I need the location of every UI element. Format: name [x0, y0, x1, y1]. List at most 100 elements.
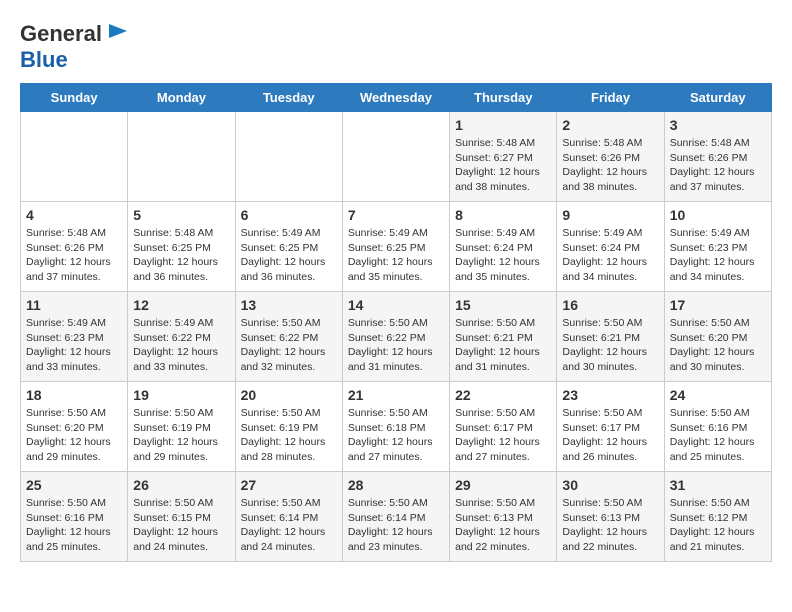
day-number: 5: [133, 207, 229, 223]
calendar-cell: 8Sunrise: 5:49 AM Sunset: 6:24 PM Daylig…: [450, 202, 557, 292]
day-info: Sunrise: 5:50 AM Sunset: 6:20 PM Dayligh…: [670, 316, 766, 375]
calendar-cell: 22Sunrise: 5:50 AM Sunset: 6:17 PM Dayli…: [450, 382, 557, 472]
header-friday: Friday: [557, 84, 664, 112]
day-info: Sunrise: 5:50 AM Sunset: 6:17 PM Dayligh…: [455, 406, 551, 465]
day-number: 18: [26, 387, 122, 403]
day-info: Sunrise: 5:50 AM Sunset: 6:22 PM Dayligh…: [241, 316, 337, 375]
calendar-header-row: SundayMondayTuesdayWednesdayThursdayFrid…: [21, 84, 772, 112]
calendar-cell: 5 Sunrise: 5:48 AM Sunset: 6:25 PM Daylig…: [128, 202, 235, 292]
calendar-cell: 21Sunrise: 5:50 AM Sunset: 6:18 PM Dayli…: [342, 382, 449, 472]
calendar-cell: [21, 112, 128, 202]
day-info: Sunrise: 5:50 AM Sunset: 6:22 PM Dayligh…: [348, 316, 444, 375]
day-info: Sunrise: 5:50 AM Sunset: 6:16 PM Dayligh…: [670, 406, 766, 465]
day-number: 3: [670, 117, 766, 133]
calendar-week-row: 18 Sunrise: 5:50 AM Sunset: 6:20 PM Dayli…: [21, 382, 772, 472]
day-info: Sunrise: 5:50 AM Sunset: 6:16 PM Dayligh…: [26, 496, 122, 555]
calendar-cell: 1 Sunrise: 5:48 AM Sunset: 6:27 PM Daylig…: [450, 112, 557, 202]
day-info: Sunrise: 5:48 AM Sunset: 6:26 PM Dayligh…: [670, 136, 766, 195]
calendar-cell: 15 Sunrise: 5:50 AM Sunset: 6:21 PM Dayli…: [450, 292, 557, 382]
day-number: 27: [241, 477, 337, 493]
day-number: 9: [562, 207, 658, 223]
day-info: Sunrise: 5:50 AM Sunset: 6:19 PM Dayligh…: [133, 406, 229, 465]
day-info: Sunrise: 5:48 AM Sunset: 6:27 PM Dayligh…: [455, 136, 551, 195]
day-number: 6: [241, 207, 337, 223]
calendar-cell: 31Sunrise: 5:50 AM Sunset: 6:12 PM Dayli…: [664, 472, 771, 562]
day-number: 29: [455, 477, 551, 493]
calendar-cell: 26Sunrise: 5:50 AM Sunset: 6:15 PM Dayli…: [128, 472, 235, 562]
calendar-cell: 30 Sunrise: 5:50 AM Sunset: 6:13 PM Dayli…: [557, 472, 664, 562]
day-info: Sunrise: 5:50 AM Sunset: 6:14 PM Dayligh…: [241, 496, 337, 555]
day-number: 21: [348, 387, 444, 403]
day-number: 7: [348, 207, 444, 223]
header: General Blue: [20, 20, 772, 73]
calendar-cell: [235, 112, 342, 202]
header-saturday: Saturday: [664, 84, 771, 112]
day-info: Sunrise: 5:50 AM Sunset: 6:17 PM Dayligh…: [562, 406, 658, 465]
logo-blue: Blue: [20, 47, 68, 72]
day-info: Sunrise: 5:50 AM Sunset: 6:12 PM Dayligh…: [670, 496, 766, 555]
calendar-cell: 7 Sunrise: 5:49 AM Sunset: 6:25 PM Daylig…: [342, 202, 449, 292]
calendar-cell: 3 Sunrise: 5:48 AM Sunset: 6:26 PM Daylig…: [664, 112, 771, 202]
calendar-cell: 24 Sunrise: 5:50 AM Sunset: 6:16 PM Dayli…: [664, 382, 771, 472]
day-info: Sunrise: 5:50 AM Sunset: 6:19 PM Dayligh…: [241, 406, 337, 465]
calendar-week-row: 25 Sunrise: 5:50 AM Sunset: 6:16 PM Dayli…: [21, 472, 772, 562]
day-info: Sunrise: 5:49 AM Sunset: 6:24 PM Dayligh…: [455, 226, 551, 285]
day-number: 28: [348, 477, 444, 493]
day-info: Sunrise: 5:49 AM Sunset: 6:23 PM Dayligh…: [670, 226, 766, 285]
day-info: Sunrise: 5:48 AM Sunset: 6:25 PM Dayligh…: [133, 226, 229, 285]
day-number: 19: [133, 387, 229, 403]
day-number: 4: [26, 207, 122, 223]
day-number: 23: [562, 387, 658, 403]
calendar-cell: 9 Sunrise: 5:49 AM Sunset: 6:24 PM Daylig…: [557, 202, 664, 292]
day-number: 11: [26, 297, 122, 313]
calendar-cell: 12 Sunrise: 5:49 AM Sunset: 6:22 PM Dayli…: [128, 292, 235, 382]
day-info: Sunrise: 5:50 AM Sunset: 6:20 PM Dayligh…: [26, 406, 122, 465]
calendar-cell: 14 Sunrise: 5:50 AM Sunset: 6:22 PM Dayli…: [342, 292, 449, 382]
day-number: 24: [670, 387, 766, 403]
header-sunday: Sunday: [21, 84, 128, 112]
day-info: Sunrise: 5:50 AM Sunset: 6:13 PM Dayligh…: [562, 496, 658, 555]
day-info: Sunrise: 5:50 AM Sunset: 6:21 PM Dayligh…: [455, 316, 551, 375]
day-number: 14: [348, 297, 444, 313]
day-info: Sunrise: 5:49 AM Sunset: 6:22 PM Dayligh…: [133, 316, 229, 375]
day-number: 15: [455, 297, 551, 313]
day-number: 30: [562, 477, 658, 493]
day-number: 26: [133, 477, 229, 493]
day-info: Sunrise: 5:50 AM Sunset: 6:13 PM Dayligh…: [455, 496, 551, 555]
calendar-cell: 16 Sunrise: 5:50 AM Sunset: 6:21 PM Dayli…: [557, 292, 664, 382]
calendar-cell: 29 Sunrise: 5:50 AM Sunset: 6:13 PM Dayli…: [450, 472, 557, 562]
calendar-cell: 25 Sunrise: 5:50 AM Sunset: 6:16 PM Dayli…: [21, 472, 128, 562]
logo-general: General: [20, 21, 102, 47]
day-number: 10: [670, 207, 766, 223]
day-number: 13: [241, 297, 337, 313]
day-number: 25: [26, 477, 122, 493]
calendar-cell: [128, 112, 235, 202]
day-info: Sunrise: 5:49 AM Sunset: 6:24 PM Dayligh…: [562, 226, 658, 285]
header-wednesday: Wednesday: [342, 84, 449, 112]
calendar-cell: 6 Sunrise: 5:49 AM Sunset: 6:25 PM Daylig…: [235, 202, 342, 292]
day-info: Sunrise: 5:49 AM Sunset: 6:25 PM Dayligh…: [241, 226, 337, 285]
day-info: Sunrise: 5:48 AM Sunset: 6:26 PM Dayligh…: [562, 136, 658, 195]
day-info: Sunrise: 5:50 AM Sunset: 6:21 PM Dayligh…: [562, 316, 658, 375]
day-info: Sunrise: 5:49 AM Sunset: 6:25 PM Dayligh…: [348, 226, 444, 285]
calendar-cell: 19 Sunrise: 5:50 AM Sunset: 6:19 PM Dayli…: [128, 382, 235, 472]
calendar-cell: 4 Sunrise: 5:48 AM Sunset: 6:26 PM Daylig…: [21, 202, 128, 292]
calendar-table: SundayMondayTuesdayWednesdayThursdayFrid…: [20, 83, 772, 562]
day-number: 12: [133, 297, 229, 313]
header-monday: Monday: [128, 84, 235, 112]
calendar-cell: 18 Sunrise: 5:50 AM Sunset: 6:20 PM Dayli…: [21, 382, 128, 472]
calendar-cell: 2 Sunrise: 5:48 AM Sunset: 6:26 PM Daylig…: [557, 112, 664, 202]
header-tuesday: Tuesday: [235, 84, 342, 112]
calendar-cell: [342, 112, 449, 202]
day-number: 20: [241, 387, 337, 403]
day-number: 1: [455, 117, 551, 133]
calendar-week-row: 11Sunrise: 5:49 AM Sunset: 6:23 PM Dayli…: [21, 292, 772, 382]
day-info: Sunrise: 5:48 AM Sunset: 6:26 PM Dayligh…: [26, 226, 122, 285]
calendar-cell: 10 Sunrise: 5:49 AM Sunset: 6:23 PM Dayli…: [664, 202, 771, 292]
calendar-cell: 11Sunrise: 5:49 AM Sunset: 6:23 PM Dayli…: [21, 292, 128, 382]
calendar-week-row: 1 Sunrise: 5:48 AM Sunset: 6:27 PM Daylig…: [21, 112, 772, 202]
calendar-cell: 23 Sunrise: 5:50 AM Sunset: 6:17 PM Dayli…: [557, 382, 664, 472]
day-number: 2: [562, 117, 658, 133]
day-number: 16: [562, 297, 658, 313]
logo: General Blue: [20, 20, 129, 73]
